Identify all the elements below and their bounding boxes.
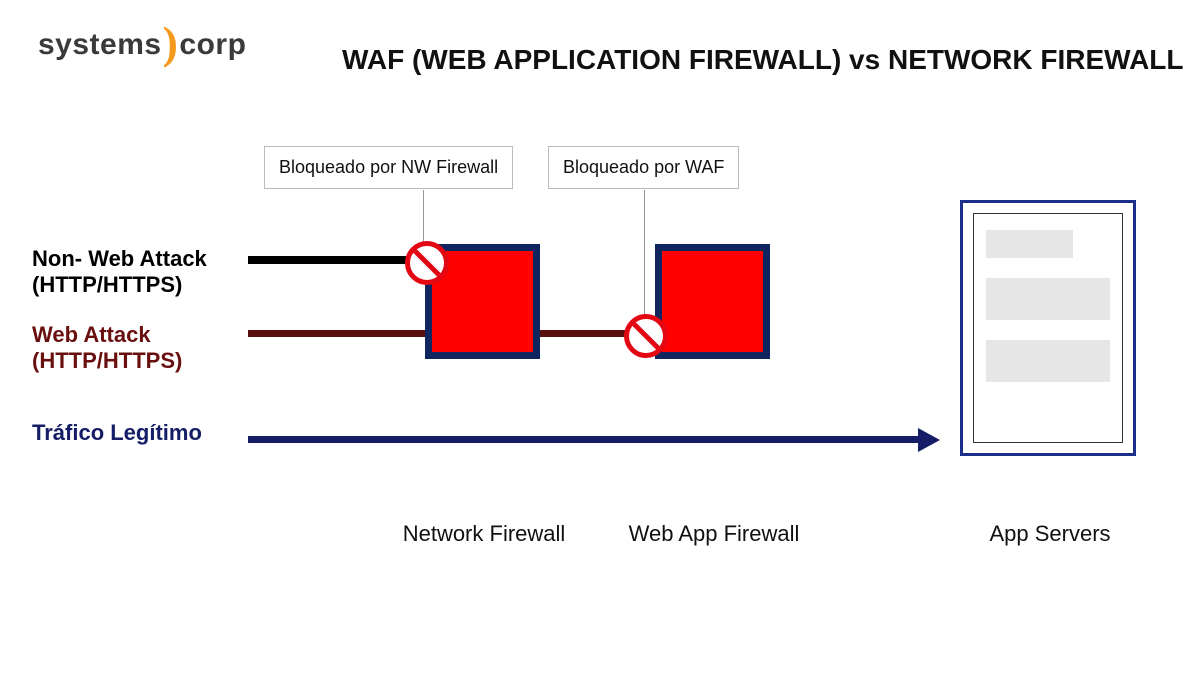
callout-waf-block: Bloqueado por WAF [548, 146, 739, 189]
label-app-servers: App Servers [950, 520, 1150, 548]
legend-non-web-attack: Non- Web Attack (HTTP/HTTPS) [32, 246, 242, 299]
callout-nw-firewall-block: Bloqueado por NW Firewall [264, 146, 513, 189]
logo-paren-icon: ) [163, 28, 179, 58]
legend-web-attack: Web Attack (HTTP/HTTPS) [32, 322, 242, 375]
app-server-box [960, 200, 1136, 456]
server-row [986, 230, 1073, 258]
leader-line-nw [423, 190, 424, 248]
block-icon-nw [405, 241, 449, 285]
webapp-firewall-box [655, 244, 770, 359]
diagram-stage: systems ) corp WAF (WEB APPLICATION FIRE… [0, 0, 1200, 686]
line-legit-traffic [248, 436, 918, 443]
legend-legit-traffic: Tráfico Legítimo [32, 420, 242, 446]
line-non-web-attack [248, 256, 428, 264]
leader-line-waf [644, 190, 645, 320]
server-row [986, 278, 1110, 320]
logo-left-text: systems [38, 28, 162, 62]
logo-right-text: corp [179, 28, 246, 62]
app-server-inner [973, 213, 1123, 443]
server-row [986, 340, 1110, 382]
block-icon-waf [624, 314, 668, 358]
arrowhead-icon [918, 428, 940, 452]
brand-logo: systems ) corp [38, 28, 246, 62]
label-network-firewall: Network Firewall [384, 520, 584, 548]
label-webapp-firewall: Web App Firewall [614, 520, 814, 548]
page-title: WAF (WEB APPLICATION FIREWALL) vs NETWOR… [342, 44, 1184, 76]
